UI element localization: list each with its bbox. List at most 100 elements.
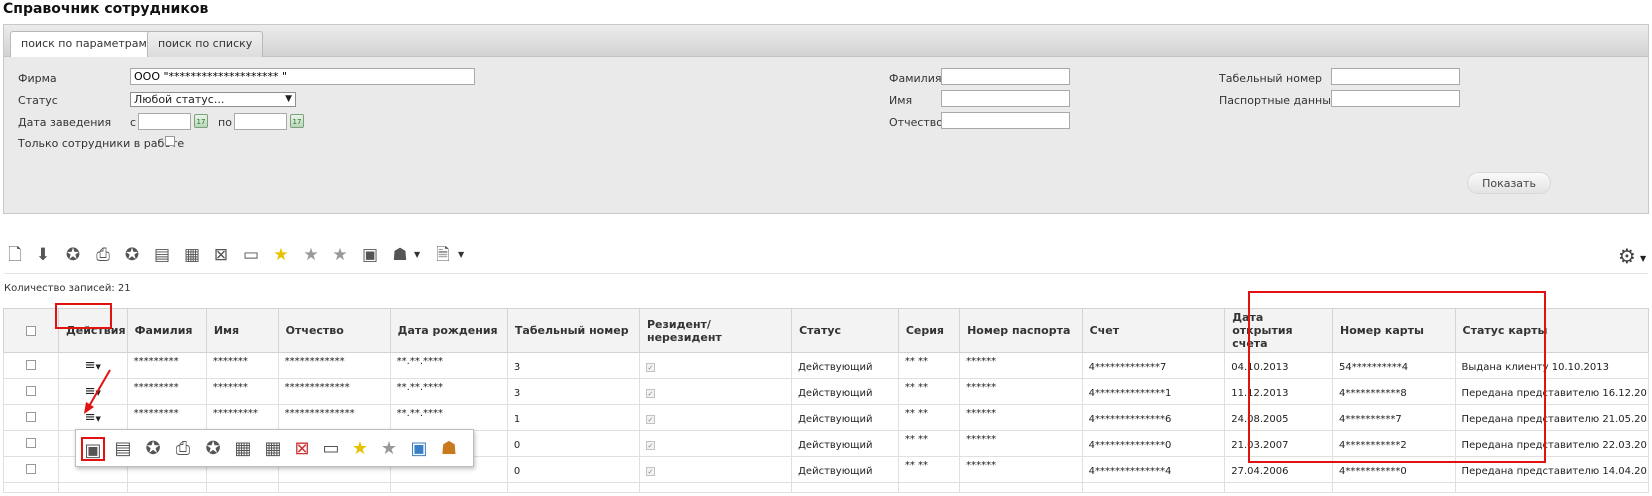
table-row[interactable]: ≡▼ ********* ******* ************* **.**… <box>3 378 1650 405</box>
table-row[interactable]: ≡▼ ********* ******* ************ **.**.… <box>3 352 1650 379</box>
chevron-down-icon[interactable]: ▼ <box>458 250 464 259</box>
firstname-input[interactable] <box>941 90 1070 107</box>
account-cell: 4**************1 <box>1081 378 1226 405</box>
star-add-icon[interactable]: ★ <box>348 437 372 461</box>
gear-icon[interactable]: ⚙ <box>1618 244 1636 268</box>
document-icon[interactable]: 🗎 <box>432 244 454 266</box>
column-header-lastname[interactable]: Фамилия <box>126 308 207 353</box>
date-from-input[interactable] <box>138 113 191 130</box>
row-checkbox[interactable] <box>25 412 36 422</box>
column-header-firstname[interactable]: Имя <box>205 308 279 353</box>
select-all-checkbox[interactable] <box>25 326 36 336</box>
status-select[interactable]: Любой статус... ▼ <box>130 92 296 107</box>
column-header-passport[interactable]: Номер паспорта <box>959 308 1083 353</box>
row-checkbox[interactable] <box>25 360 36 370</box>
show-button[interactable]: Показать <box>1467 172 1551 194</box>
account-cell: 4*************7 <box>1081 352 1226 379</box>
card-edit-icon[interactable]: ▣ <box>407 437 431 461</box>
column-header-patronymic[interactable]: Отчество <box>277 308 391 353</box>
calendar-icon[interactable]: 17 <box>290 114 304 128</box>
column-header-account-opened[interactable]: Дата открытия счета <box>1224 308 1333 353</box>
account-opened-cell: 21.03.2007 <box>1224 430 1333 457</box>
calendar-icon[interactable]: 17 <box>194 114 208 128</box>
award-icon[interactable]: ✪ <box>62 244 84 266</box>
account-cell: 4**************6 <box>1081 404 1226 431</box>
record-count: Количество записей: 21 <box>4 283 131 294</box>
tabnum-cell: 0 <box>506 456 640 483</box>
date-to-input[interactable] <box>234 113 287 130</box>
id-card-icon[interactable]: ▤ <box>111 437 135 461</box>
patronymic-input[interactable] <box>941 112 1070 129</box>
column-header-actions[interactable]: Действия <box>57 308 128 353</box>
column-header-series[interactable]: Серия <box>897 308 961 353</box>
column-header-birthdate[interactable]: Дата рождения <box>389 308 508 353</box>
users-icon[interactable]: ☗ <box>389 244 411 266</box>
download-icon[interactable]: ⬇ <box>32 244 54 266</box>
card-search-icon[interactable]: ▣ <box>359 244 381 266</box>
tab-search-params[interactable]: поиск по параметрам <box>10 31 158 57</box>
birthdate-cell: **.**.**** <box>396 408 444 419</box>
id-card-delete-icon[interactable]: ⊠ <box>210 244 232 266</box>
id-card-list-icon[interactable]: ▦ <box>231 437 255 461</box>
table-row <box>3 482 1650 493</box>
series-cell: ** ** <box>904 434 928 445</box>
id-card-delete-icon[interactable]: ⊠ <box>290 437 314 461</box>
status-select-value: Любой статус... <box>134 93 225 106</box>
only-working-label: Только сотрудники в работе <box>18 137 185 150</box>
tabnum-cell: 3 <box>506 378 640 405</box>
new-document-icon[interactable]: 🗋 <box>4 244 26 266</box>
resident-checkbox: ✓ <box>645 389 655 398</box>
header-select-all[interactable] <box>3 308 59 353</box>
resident-checkbox: ✓ <box>645 441 655 450</box>
passport-input[interactable] <box>1331 90 1460 107</box>
firm-input[interactable] <box>130 68 475 85</box>
column-header-status[interactable]: Статус <box>791 308 899 353</box>
firstname-cell: ********* <box>212 408 258 419</box>
column-header-card-number[interactable]: Номер карты <box>1332 308 1456 353</box>
id-card-doc-icon[interactable]: ▦ <box>261 437 285 461</box>
column-header-resident[interactable]: Резидент/нерезидент <box>638 308 793 353</box>
card-number-cell: 4**********7 <box>1332 404 1456 431</box>
award-icon[interactable]: ✪ <box>141 437 165 461</box>
id-card-icon[interactable]: ▤ <box>151 244 173 266</box>
row-checkbox[interactable] <box>25 464 36 474</box>
print-icon[interactable]: ⎙ <box>92 244 114 266</box>
row-checkbox[interactable] <box>25 438 36 448</box>
only-working-checkbox[interactable] <box>165 136 175 146</box>
status-label: Статус <box>18 94 58 107</box>
lastname-input[interactable] <box>941 68 1070 85</box>
patronymic-label: Отчество <box>889 116 944 129</box>
star-add-icon[interactable]: ★ <box>300 244 322 266</box>
award-check-icon[interactable]: ✪ <box>201 437 225 461</box>
column-header-tabnum[interactable]: Табельный номер <box>506 308 640 353</box>
card-stack-icon[interactable]: ▭ <box>319 437 343 461</box>
card-search-icon[interactable]: ▣ <box>81 437 105 461</box>
star-gray-icon[interactable]: ★ <box>377 437 401 461</box>
users-icon[interactable]: ☗ <box>437 437 461 461</box>
table-row[interactable]: ≡▼ ********* ********* ************** **… <box>3 404 1650 431</box>
award-check-icon[interactable]: ✪ <box>121 244 143 266</box>
tabnum-input[interactable] <box>1331 68 1460 85</box>
id-card-list-icon[interactable]: ▦ <box>181 244 203 266</box>
divider <box>4 273 1648 274</box>
card-stack-icon[interactable]: ▭ <box>240 244 262 266</box>
tabnum-cell: 1 <box>506 404 640 431</box>
column-header-account[interactable]: Счет <box>1081 308 1226 353</box>
date-from-label: с <box>130 116 137 129</box>
chevron-down-icon[interactable]: ▼ <box>1640 254 1646 263</box>
passport-cell: ****** <box>966 382 997 393</box>
star-gray-icon[interactable]: ★ <box>329 244 351 266</box>
account-opened-cell: 24.08.2005 <box>1224 404 1333 431</box>
star-icon[interactable]: ★ <box>270 244 292 266</box>
tab-search-list[interactable]: поиск по списку <box>147 31 264 57</box>
chevron-down-icon: ▼ <box>285 94 292 104</box>
row-checkbox[interactable] <box>25 386 36 396</box>
print-check-icon[interactable]: ⎙ <box>171 437 195 461</box>
status-cell: Действующий <box>791 352 899 379</box>
passport-cell: ****** <box>966 434 997 445</box>
column-header-card-status[interactable]: Статус карты <box>1454 308 1650 353</box>
card-status-cell: Выдана клиенту 10.10.2013 <box>1454 352 1650 379</box>
passport-cell: ****** <box>966 408 997 419</box>
date-label: Дата заведения <box>18 116 112 129</box>
chevron-down-icon[interactable]: ▼ <box>414 250 420 259</box>
